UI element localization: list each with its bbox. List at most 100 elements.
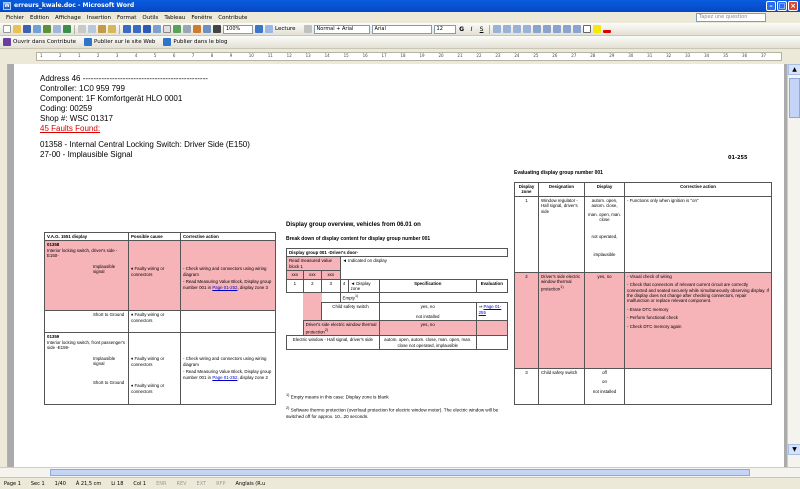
tables-borders-icon[interactable] bbox=[153, 25, 161, 33]
display-values: yes, no bbox=[584, 271, 625, 369]
read-mode-button[interactable]: Lecture bbox=[265, 25, 296, 33]
insert-excel-icon[interactable] bbox=[173, 25, 181, 33]
menu-insert[interactable]: Insertion bbox=[87, 15, 111, 21]
close-button[interactable]: × bbox=[788, 1, 798, 11]
menu-tools[interactable]: Outils bbox=[142, 15, 158, 21]
maximize-button[interactable]: □ bbox=[777, 1, 787, 11]
align-left-icon[interactable] bbox=[492, 25, 501, 33]
hall-spec: autom. open, autom. close, man. open, ma… bbox=[378, 335, 477, 351]
ruler-tick-label: 7 bbox=[191, 53, 195, 58]
permission-icon[interactable] bbox=[33, 25, 41, 33]
underline-icon[interactable]: S bbox=[478, 26, 486, 33]
document-map-icon[interactable] bbox=[203, 25, 211, 33]
zoom-select[interactable]: 100% bbox=[223, 24, 253, 34]
eval-page-link[interactable]: Page 01-255 bbox=[479, 304, 502, 314]
hscroll-thumb[interactable] bbox=[50, 469, 750, 476]
menu-file[interactable]: Fichier bbox=[6, 15, 24, 21]
open-folder-icon[interactable] bbox=[13, 25, 21, 33]
publish-blog-icon bbox=[163, 38, 172, 46]
bold-icon[interactable]: G bbox=[458, 26, 466, 33]
status-rec[interactable]: ENR bbox=[156, 481, 166, 487]
horizontal-scrollbar[interactable] bbox=[0, 467, 800, 477]
menu-contribute[interactable]: Contribute bbox=[218, 15, 247, 21]
highlight-icon[interactable] bbox=[592, 25, 601, 33]
status-ext[interactable]: EXT bbox=[197, 481, 207, 487]
borders-icon[interactable] bbox=[582, 25, 591, 33]
redo-icon[interactable] bbox=[133, 25, 141, 33]
edit-in-contribute-button[interactable]: Ouvrir dans Contribute bbox=[3, 38, 76, 46]
print-preview-icon[interactable] bbox=[53, 25, 61, 33]
publish-web-icon bbox=[83, 38, 92, 46]
scroll-up-icon[interactable]: ▲ bbox=[788, 64, 800, 75]
standard-toolbar: 100% Lecture Normal + Arial Arial 12 G I… bbox=[0, 23, 800, 36]
align-right-icon[interactable] bbox=[512, 25, 521, 33]
font-select[interactable]: Arial bbox=[371, 24, 432, 34]
copy-icon[interactable] bbox=[88, 25, 96, 33]
menu-view[interactable]: Affichage bbox=[55, 15, 81, 21]
vertical-scrollbar[interactable]: ▲ ▼ bbox=[787, 64, 800, 467]
minimize-button[interactable]: – bbox=[766, 1, 776, 11]
eval-col-designation: Designation bbox=[538, 182, 585, 197]
publish-web-button[interactable]: Publier sur le site Web bbox=[83, 38, 155, 46]
ruler-tick-label: 16 bbox=[362, 53, 368, 58]
eval-link-cell: ⇒ Page 01-255 bbox=[475, 302, 509, 322]
document-page[interactable]: Address 46 -----------------------------… bbox=[14, 64, 784, 467]
paste-icon[interactable] bbox=[98, 25, 106, 33]
numbering-icon[interactable] bbox=[542, 25, 551, 33]
zone-cell: 4 bbox=[339, 278, 349, 294]
line-spacing-icon[interactable] bbox=[532, 25, 541, 33]
horizontal-ruler[interactable]: 1 2 1 2 3 4 5 6 7 8 9 10 11 12 13 14 15 16 17 18 19 20 21 22 23 2… bbox=[0, 49, 800, 64]
action-check: - Check wiring and connectors using wiri… bbox=[183, 356, 267, 367]
eval-header: Evaluation bbox=[475, 278, 509, 294]
page-link[interactable]: Page 01-252 bbox=[212, 375, 237, 380]
ruler-tick-label: 25 bbox=[533, 53, 539, 58]
align-center-icon[interactable] bbox=[502, 25, 511, 33]
print-icon[interactable] bbox=[43, 25, 51, 33]
status-ovr[interactable]: RFP bbox=[216, 481, 225, 487]
styles-pane-icon[interactable] bbox=[303, 25, 312, 33]
ruler-tick-label: 11 bbox=[267, 53, 273, 58]
scroll-thumb[interactable] bbox=[789, 78, 800, 118]
format-painter-icon[interactable] bbox=[108, 25, 116, 33]
ruler-tick-label: 8 bbox=[210, 53, 214, 58]
show-hide-icon[interactable] bbox=[213, 25, 221, 33]
pink-cell bbox=[475, 320, 509, 337]
italic-icon[interactable]: I bbox=[468, 26, 476, 33]
style-select[interactable]: Normal + Arial bbox=[313, 24, 370, 34]
cut-icon[interactable] bbox=[78, 25, 86, 33]
menu-edit[interactable]: Edition bbox=[30, 15, 49, 21]
help-icon[interactable] bbox=[255, 25, 263, 33]
page-link[interactable]: Page 01-252 bbox=[212, 285, 237, 290]
display-group-table: Display group 001 -Driver's door- Read m… bbox=[286, 247, 509, 351]
scroll-down-icon[interactable]: ▼ bbox=[788, 444, 800, 455]
zone-cell: 1 bbox=[286, 278, 304, 294]
xxx-cell: xxx bbox=[302, 270, 323, 280]
save-icon[interactable] bbox=[23, 25, 31, 33]
publish-blog-button[interactable]: Publier dans le blog bbox=[163, 38, 227, 46]
drawing-icon[interactable] bbox=[193, 25, 201, 33]
menu-table[interactable]: Tableau bbox=[164, 15, 185, 21]
insert-table-icon[interactable] bbox=[163, 25, 171, 33]
help-question-input[interactable]: Tapez une question bbox=[696, 13, 766, 22]
word-app-icon[interactable]: W bbox=[3, 2, 11, 10]
font-size-select[interactable]: 12 bbox=[433, 24, 456, 34]
hyperlink-icon[interactable] bbox=[143, 25, 151, 33]
font-color-icon[interactable] bbox=[602, 30, 611, 33]
undo-icon[interactable] bbox=[123, 25, 131, 33]
status-rev[interactable]: REV bbox=[176, 481, 186, 487]
new-document-icon[interactable] bbox=[3, 25, 11, 33]
spelling-icon[interactable] bbox=[63, 25, 71, 33]
title-bar: W erreurs_kwale.doc - Microsoft Word – □… bbox=[0, 0, 800, 12]
vertical-ruler[interactable] bbox=[0, 64, 8, 467]
decrease-indent-icon[interactable] bbox=[562, 25, 571, 33]
justify-icon[interactable] bbox=[522, 25, 531, 33]
menu-format[interactable]: Format bbox=[117, 15, 136, 21]
columns-icon[interactable] bbox=[183, 25, 191, 33]
increase-indent-icon[interactable] bbox=[572, 25, 581, 33]
empty-label: Empty1) bbox=[339, 292, 380, 304]
menu-window[interactable]: Fenêtre bbox=[191, 15, 212, 21]
bullets-icon[interactable] bbox=[552, 25, 561, 33]
status-language[interactable]: Anglais (R.u bbox=[235, 481, 265, 487]
table-row: 01359 Interior locking switch, front pas… bbox=[44, 332, 276, 406]
eval-col-zone: Display zone bbox=[514, 182, 539, 197]
